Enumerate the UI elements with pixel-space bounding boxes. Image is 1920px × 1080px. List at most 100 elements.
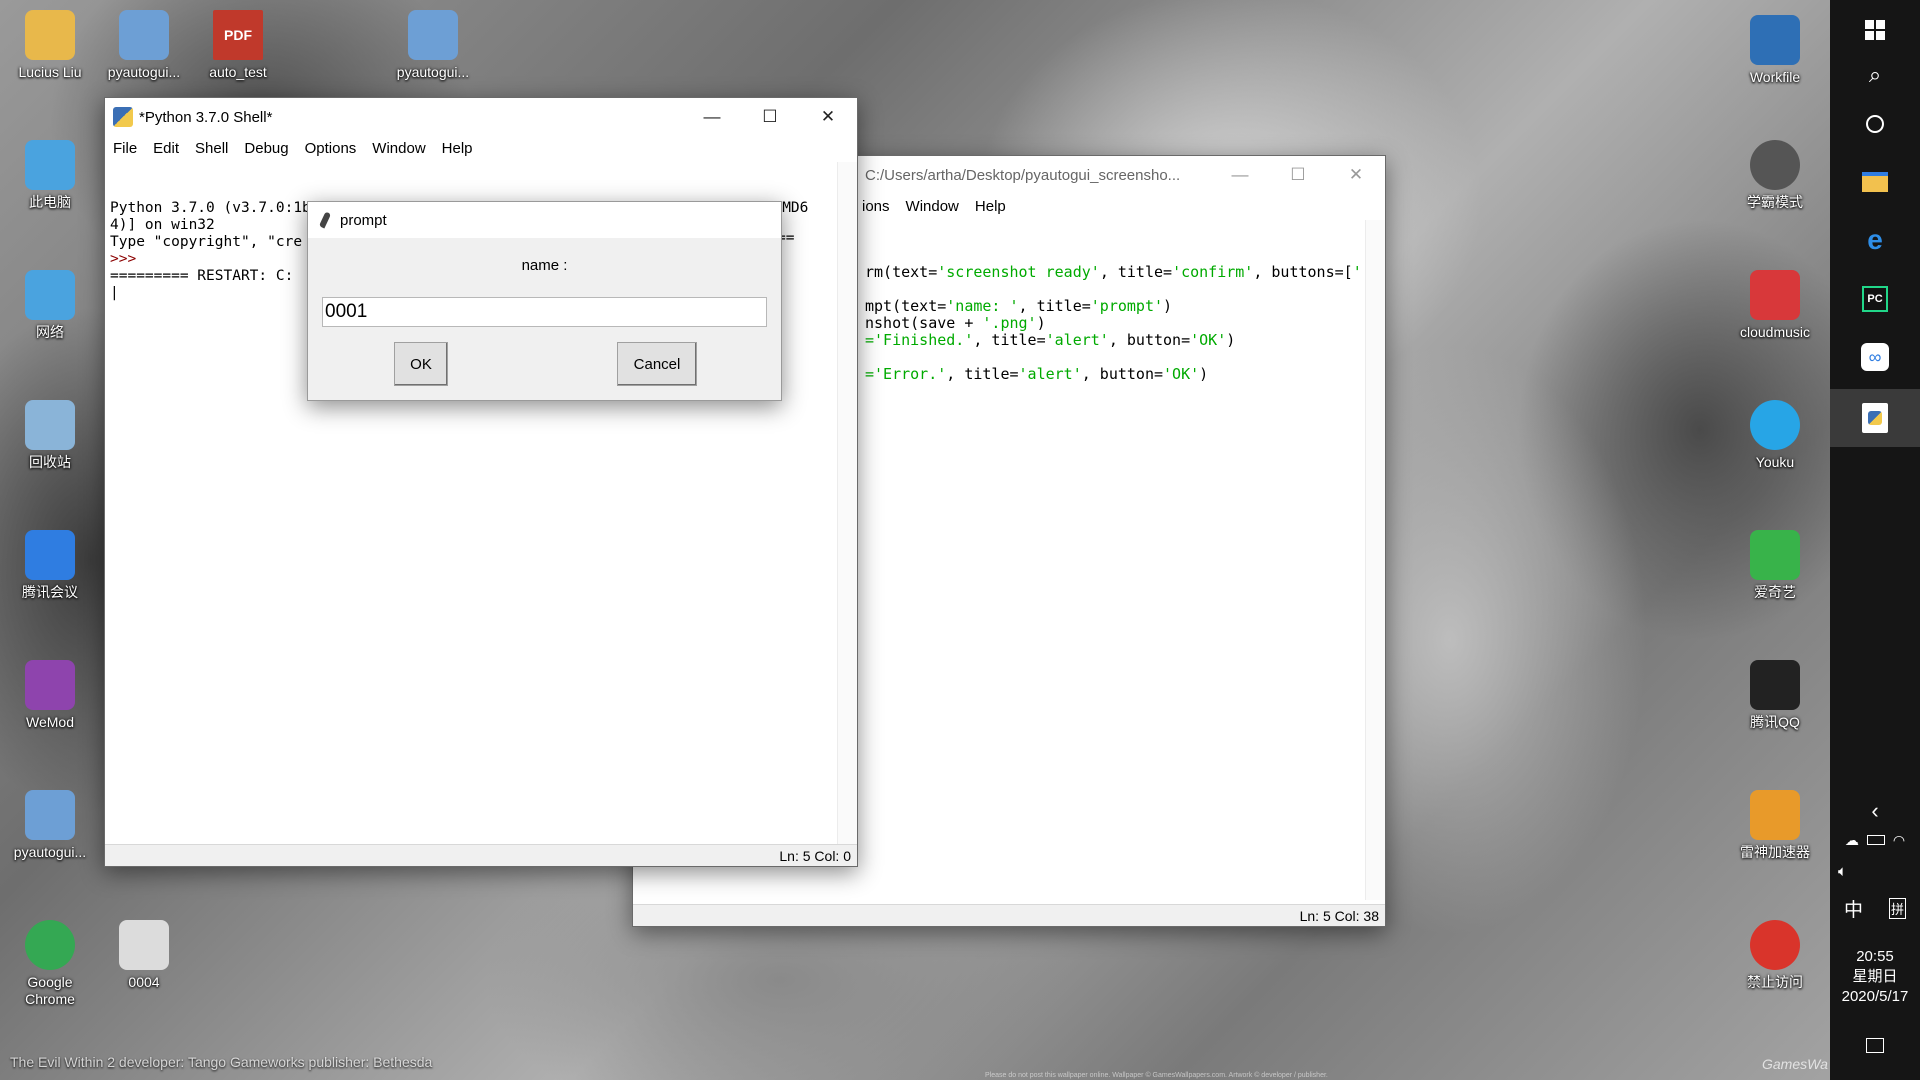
code-token: ='Finished.' — [865, 331, 974, 349]
close-button[interactable]: ✕ — [799, 98, 857, 136]
desktop-icon-label: pyautogui... — [13, 844, 87, 860]
code-token: , title= — [973, 331, 1046, 349]
editor-text-area[interactable]: rm(text='screenshot ready', title='confi… — [865, 226, 1360, 884]
taskbar-python-idle[interactable] — [1830, 389, 1920, 447]
desktop-icon[interactable]: 学霸模式 — [1727, 140, 1823, 211]
desktop-icon-label: 回收站 — [29, 454, 71, 470]
desktop-icon[interactable]: 回收站 — [2, 400, 98, 471]
desktop-icon[interactable]: 网络 — [2, 270, 98, 341]
python-file-icon — [25, 790, 75, 840]
cortana-ring-icon — [1866, 115, 1884, 133]
windows-logo-icon — [1865, 20, 1885, 40]
prompt-dialog[interactable]: prompt name : 0001 OK Cancel — [307, 201, 782, 401]
code-token: '.png' — [982, 314, 1037, 332]
cloudmusic-icon — [1750, 270, 1800, 320]
code-line: ='Finished.', title='alert', button='OK'… — [865, 332, 1360, 349]
maximize-button[interactable]: ☐ — [1269, 156, 1327, 194]
cancel-button[interactable]: Cancel — [617, 342, 697, 386]
close-button[interactable]: ✕ — [1327, 156, 1385, 194]
tencent-meeting-icon — [25, 530, 75, 580]
desktop-icon-label: 雷神加速器 — [1740, 844, 1810, 860]
code-token: nshot(save + — [865, 314, 983, 332]
action-center-button[interactable] — [1830, 1030, 1920, 1060]
pdf-icon: PDF — [213, 10, 263, 60]
search-button[interactable]: ⌕ — [1830, 55, 1920, 95]
menu-item[interactable]: Edit — [153, 140, 179, 157]
desktop-icon[interactable]: Workfile — [1727, 15, 1823, 86]
prompt-input[interactable]: 0001 — [322, 297, 767, 327]
menu-item[interactable]: Window — [372, 140, 425, 157]
show-hidden-icons-button[interactable]: ‹ — [1830, 796, 1920, 826]
desktop-icon[interactable]: 腾讯QQ — [1727, 660, 1823, 731]
minimize-button[interactable]: — — [1211, 156, 1269, 194]
ime-language[interactable]: 中 — [1844, 895, 1863, 922]
taskbar-baidu-netdisk[interactable]: ∞ — [1830, 335, 1920, 379]
menu-item[interactable]: Window — [906, 198, 959, 215]
desktop-icon[interactable]: Google Chrome — [2, 920, 98, 1008]
volume-button[interactable]: 🔈︎ — [1830, 858, 1920, 884]
user-folder-icon — [25, 10, 75, 60]
menu-item[interactable]: Help — [442, 140, 473, 157]
search-icon: ⌕ — [1868, 62, 1882, 87]
desktop-icon[interactable]: pyautogui... — [2, 790, 98, 861]
editor-scrollbar[interactable] — [1365, 220, 1385, 900]
desktop-icon-label: 0004 — [128, 974, 160, 990]
desktop-icon[interactable]: pyautogui... — [385, 10, 481, 81]
minimize-button[interactable]: — — [683, 98, 741, 136]
desktop-icon[interactable]: 禁止访问 — [1727, 920, 1823, 991]
desktop-icon[interactable]: 腾讯会议 — [2, 530, 98, 601]
editor-title: C:/Users/artha/Desktop/pyautogui_screens… — [865, 166, 1181, 184]
desktop-icon[interactable]: 此电脑 — [2, 140, 98, 211]
prompt-label: name : — [521, 257, 568, 274]
taskbar-edge[interactable]: e — [1830, 218, 1920, 262]
code-token: , buttons=[ — [1253, 263, 1353, 281]
desktop-icon-label: 爱奇艺 — [1754, 584, 1796, 600]
shell-titlebar[interactable]: *Python 3.7.0 Shell* — ☐ ✕ — [105, 98, 857, 136]
desktop-icon-label: Lucius Liu — [18, 64, 82, 80]
wifi-icon[interactable]: ◠ — [1893, 832, 1905, 849]
menu-item[interactable]: Options — [305, 140, 357, 157]
ime-indicator[interactable]: 中 拼 — [1830, 893, 1920, 923]
start-button[interactable] — [1830, 10, 1920, 50]
prompt-titlebar[interactable]: prompt — [308, 202, 781, 238]
menu-item[interactable]: ions — [862, 198, 890, 215]
volume-icon: 🔈︎ — [1838, 862, 1848, 880]
notification-icon — [1866, 1037, 1884, 1053]
desktop-icon[interactable]: pyautogui... — [96, 10, 192, 81]
taskbar-file-explorer[interactable] — [1830, 160, 1920, 204]
code-token: , title= — [1099, 263, 1173, 281]
clock-date: 2020/5/17 — [1841, 988, 1909, 1005]
desktop-icon[interactable]: PDF auto_test — [190, 10, 286, 81]
clock[interactable]: 20:55 星期日 2020/5/17 — [1830, 942, 1920, 1012]
maximize-button[interactable]: ☐ — [741, 98, 799, 136]
desktop-icon[interactable]: WeMod — [2, 660, 98, 731]
code-token: , title= — [1018, 297, 1091, 315]
chrome-icon — [25, 920, 75, 970]
edge-icon: e — [1867, 224, 1883, 255]
desktop-icon-label: WeMod — [26, 714, 74, 730]
desktop-icon[interactable]: 0004 — [96, 920, 192, 991]
forbidden-icon — [1750, 920, 1800, 970]
cortana-button[interactable] — [1830, 104, 1920, 144]
tray-icons[interactable]: ☁ ◠ — [1830, 826, 1920, 854]
desktop-icon[interactable]: cloudmusic — [1727, 270, 1823, 341]
code-token: rm(text= — [865, 263, 938, 281]
menu-item[interactable]: File — [113, 140, 137, 157]
code-token: mpt(text= — [865, 297, 947, 315]
taskbar-pycharm[interactable]: PC — [1830, 277, 1920, 321]
onedrive-icon[interactable]: ☁ — [1845, 832, 1859, 849]
ime-mode[interactable]: 拼 — [1889, 897, 1907, 919]
shell-scrollbar[interactable] — [837, 162, 857, 844]
code-token: 'prompt' — [1090, 297, 1164, 315]
desktop-icon[interactable]: 爱奇艺 — [1727, 530, 1823, 601]
desktop-icon[interactable]: Lucius Liu — [2, 10, 98, 81]
menu-item[interactable]: Help — [975, 198, 1006, 215]
menu-item[interactable]: Debug — [244, 140, 288, 157]
code-token: , title= — [946, 365, 1019, 383]
battery-icon[interactable] — [1866, 835, 1885, 845]
desktop-icon[interactable]: 雷神加速器 — [1727, 790, 1823, 861]
desktop-icon[interactable]: Youku — [1727, 400, 1823, 471]
menu-item[interactable]: Shell — [195, 140, 228, 157]
shell-status: Ln: 5 Col: 0 — [779, 848, 851, 864]
ok-button[interactable]: OK — [394, 342, 448, 386]
